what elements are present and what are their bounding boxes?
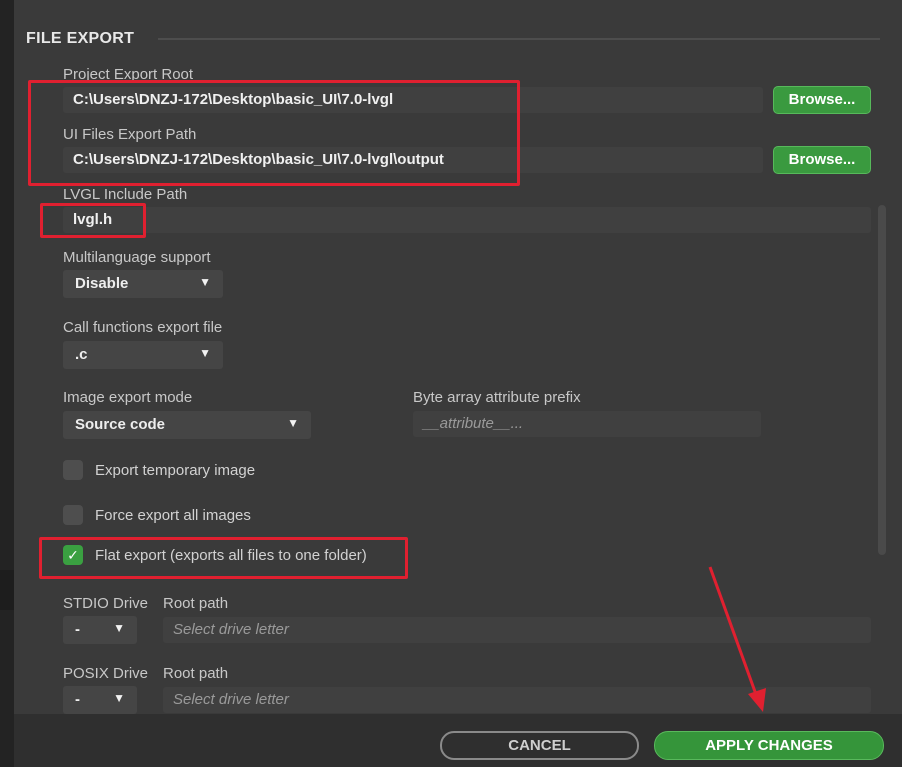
red-arrow-annotation [708,566,766,712]
